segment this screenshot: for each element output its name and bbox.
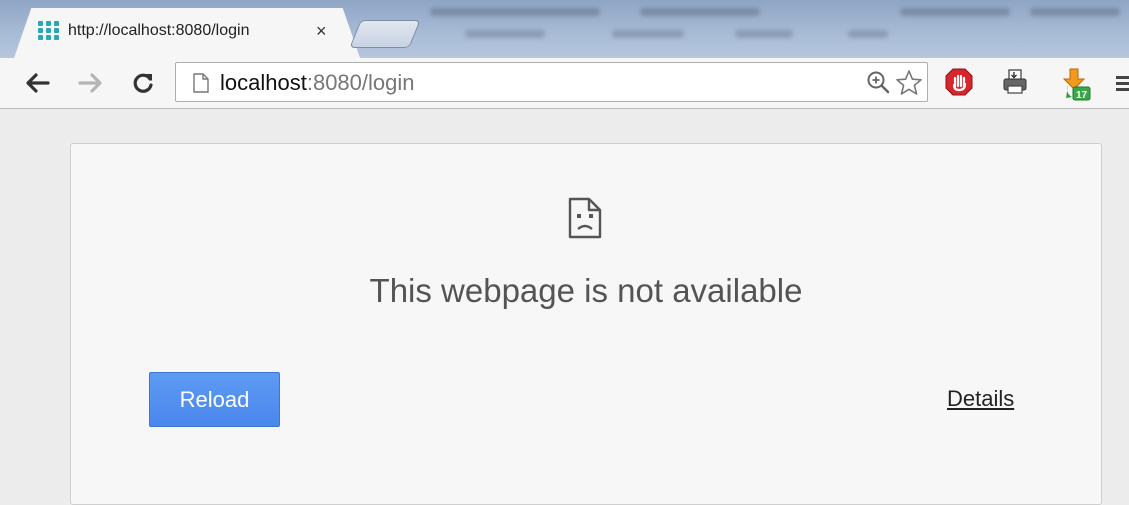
arrow-left-icon (26, 73, 50, 93)
blurred-background (612, 30, 684, 38)
blurred-background (465, 30, 545, 38)
download-extension-icon[interactable]: 17 (1058, 67, 1091, 101)
arrow-right-icon (78, 73, 102, 93)
svg-text:17: 17 (1076, 90, 1088, 101)
forward-button[interactable] (76, 69, 106, 97)
adblock-stop-icon-svg (945, 68, 973, 96)
address-bar-actions (865, 69, 923, 97)
printer-icon-svg (1003, 69, 1027, 94)
adblock-stop-icon[interactable] (944, 67, 974, 99)
reload-button[interactable] (128, 69, 158, 97)
blurred-background (735, 30, 793, 38)
url-host: localhost (220, 70, 307, 95)
url-text[interactable]: localhost:8080/login (220, 70, 415, 96)
url-path: :8080/login (306, 70, 415, 95)
zoom-in-icon[interactable] (865, 69, 891, 95)
tab-title: http://localhost:8080/login (68, 22, 250, 39)
sad-page-icon (568, 197, 602, 239)
reload-icon (133, 73, 153, 93)
tab-close-icon[interactable]: × (316, 22, 327, 40)
new-tab-button[interactable] (349, 20, 421, 48)
download-extension-icon-svg: 17 (1062, 68, 1091, 101)
site-favicon-icon (38, 21, 59, 40)
reload-page-button[interactable]: Reload (149, 372, 280, 427)
blurred-background (1030, 8, 1120, 16)
active-tab-content[interactable]: http://localhost:8080/login × (38, 17, 327, 45)
blurred-background (900, 8, 1010, 16)
hamburger-menu-icon-svg (1116, 76, 1129, 91)
blurred-background (848, 30, 888, 38)
details-link[interactable]: Details (947, 386, 1014, 412)
page-icon (193, 73, 209, 93)
hamburger-menu-icon[interactable] (1114, 67, 1129, 99)
star-icon[interactable] (895, 69, 923, 97)
error-headline: This webpage is not available (369, 272, 803, 309)
back-button[interactable] (22, 69, 52, 97)
address-bar[interactable]: localhost:8080/login (175, 62, 928, 102)
blurred-background (430, 8, 600, 16)
printer-icon[interactable] (1000, 67, 1030, 99)
blurred-background (640, 8, 760, 16)
error-card: This webpage is not available Reload Det… (70, 143, 1102, 505)
tab-strip: http://localhost:8080/login × (0, 0, 1129, 58)
browser-toolbar: localhost:8080/login 17 (0, 58, 1129, 109)
